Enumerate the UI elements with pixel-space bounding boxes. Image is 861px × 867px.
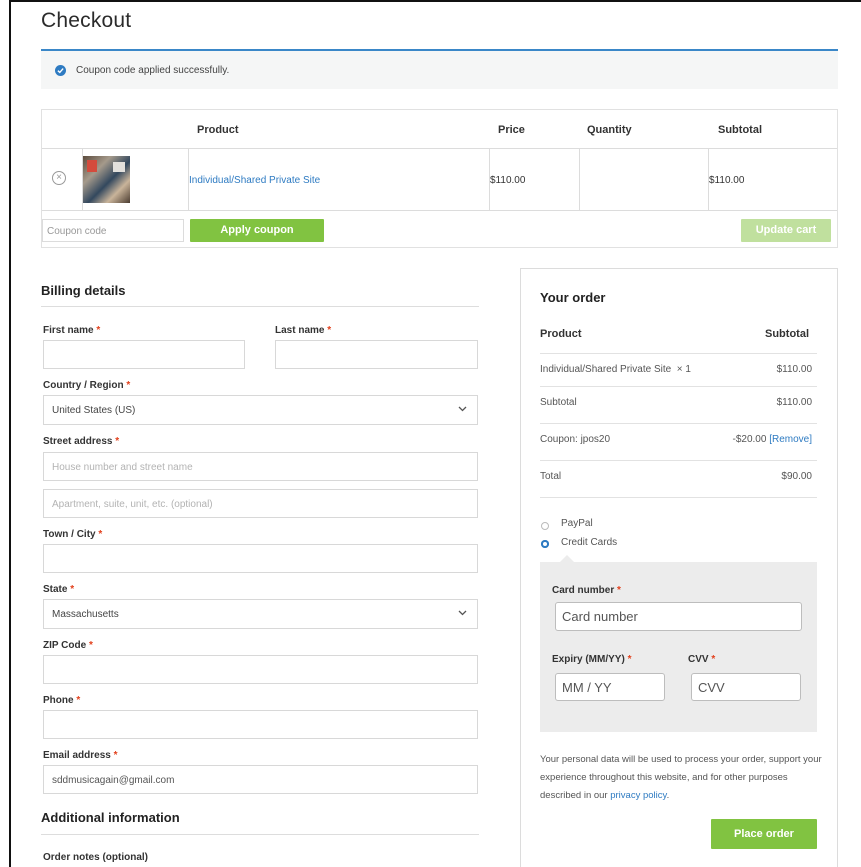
coupon-value: -$20.00 bbox=[732, 434, 767, 445]
zip-label: ZIP Code * bbox=[43, 640, 93, 651]
order-item-qty: × 1 bbox=[676, 364, 691, 375]
panel-caret bbox=[560, 555, 574, 562]
expiry-label: Expiry (MM/YY) * bbox=[552, 654, 632, 665]
privacy-notice: Your personal data will be used to proce… bbox=[540, 751, 822, 805]
header-subtotal: Subtotal bbox=[718, 124, 762, 136]
city-label: Town / City * bbox=[43, 529, 103, 540]
order-header-row: Product Subtotal bbox=[540, 328, 817, 354]
country-select[interactable]: United States (US) bbox=[43, 395, 478, 425]
street-address-2-field[interactable]: Apartment, suite, unit, etc. (optional) bbox=[43, 489, 478, 518]
paypal-radio[interactable] bbox=[541, 522, 549, 530]
order-item-total: $110.00 bbox=[776, 364, 812, 375]
first-name-label: First name * bbox=[43, 325, 101, 336]
order-head-subtotal: Subtotal bbox=[765, 328, 809, 340]
order-item-row: Individual/Shared Private Site × 1 $110.… bbox=[540, 364, 817, 387]
header-price: Price bbox=[498, 124, 525, 136]
street-address-field[interactable]: House number and street name bbox=[43, 452, 478, 481]
apply-coupon-button[interactable]: Apply coupon bbox=[190, 219, 324, 242]
country-value: United States (US) bbox=[52, 405, 136, 416]
country-label: Country / Region * bbox=[43, 380, 131, 391]
order-item-label: Individual/Shared Private Site × 1 bbox=[540, 364, 691, 375]
total-value: $90.00 bbox=[781, 471, 812, 482]
phone-label: Phone * bbox=[43, 695, 81, 706]
order-total-row: Total $90.00 bbox=[540, 471, 817, 498]
privacy-policy-link[interactable]: privacy policy bbox=[610, 790, 666, 801]
first-name-field[interactable] bbox=[43, 340, 245, 369]
page-title: Checkout bbox=[41, 9, 132, 32]
state-label: State * bbox=[43, 584, 75, 595]
cart-header-row: Product Price Quantity Subtotal bbox=[42, 110, 837, 149]
card-form-panel: Card number * Card number Expiry (MM/YY)… bbox=[540, 555, 817, 732]
phone-field[interactable] bbox=[43, 710, 478, 739]
privacy-end: . bbox=[666, 790, 670, 801]
city-field[interactable] bbox=[43, 544, 478, 573]
coupon-label: Coupon: jpos20 bbox=[540, 434, 611, 445]
product-subtotal: $110.00 bbox=[709, 175, 745, 186]
additional-info-title: Additional information bbox=[41, 810, 180, 825]
header-quantity: Quantity bbox=[587, 124, 632, 136]
chevron-down-icon bbox=[458, 406, 467, 412]
cell-divider bbox=[579, 149, 580, 211]
order-review-panel: Your order Product Subtotal Individual/S… bbox=[520, 268, 838, 867]
card-number-field[interactable]: Card number bbox=[555, 602, 802, 631]
order-title: Your order bbox=[540, 290, 606, 305]
remove-coupon-link[interactable]: [Remove] bbox=[769, 434, 812, 445]
cart-table: Product Price Quantity Subtotal × Indivi… bbox=[41, 109, 838, 248]
update-cart-button[interactable]: Update cart bbox=[741, 219, 831, 242]
billing-divider bbox=[41, 306, 479, 307]
remove-item-icon[interactable]: × bbox=[52, 171, 66, 185]
cvv-field[interactable]: CVV bbox=[691, 673, 801, 701]
email-label: Email address * bbox=[43, 750, 118, 761]
subtotal-label: Subtotal bbox=[540, 397, 577, 408]
order-coupon-row: Coupon: jpos20 -$20.00 [Remove] bbox=[540, 434, 817, 461]
email-field[interactable]: sddmusicagain@gmail.com bbox=[43, 765, 478, 794]
last-name-field[interactable] bbox=[275, 340, 478, 369]
last-name-label: Last name * bbox=[275, 325, 332, 336]
card-number-label: Card number * bbox=[552, 585, 621, 596]
order-head-product: Product bbox=[540, 328, 582, 340]
state-value: Massachusetts bbox=[52, 609, 119, 620]
coupon-code-input[interactable]: Coupon code bbox=[42, 219, 184, 242]
order-item-name: Individual/Shared Private Site bbox=[540, 364, 672, 375]
header-product: Product bbox=[197, 124, 239, 136]
product-link[interactable]: Individual/Shared Private Site bbox=[189, 175, 320, 186]
cvv-label: CVV * bbox=[688, 654, 716, 665]
checkout-page: Checkout Coupon code applied successfull… bbox=[11, 2, 861, 867]
street-label: Street address * bbox=[43, 436, 120, 447]
subtotal-value: $110.00 bbox=[776, 397, 812, 408]
coupon-value-group: -$20.00 [Remove] bbox=[733, 434, 813, 445]
coupon-notice: Coupon code applied successfully. bbox=[41, 51, 838, 89]
privacy-text: Your personal data will be used to proce… bbox=[540, 754, 822, 801]
paypal-label[interactable]: PayPal bbox=[561, 518, 593, 529]
product-price: $110.00 bbox=[490, 175, 526, 186]
billing-title: Billing details bbox=[41, 283, 126, 298]
order-subtotal-row: Subtotal $110.00 bbox=[540, 397, 817, 424]
total-label: Total bbox=[540, 471, 562, 482]
additional-divider bbox=[41, 834, 479, 835]
order-notes-label: Order notes (optional) bbox=[43, 852, 148, 863]
credit-cards-radio[interactable] bbox=[541, 540, 549, 548]
place-order-button[interactable]: Place order bbox=[711, 819, 817, 849]
product-thumbnail[interactable] bbox=[83, 156, 130, 203]
notice-text: Coupon code applied successfully. bbox=[76, 64, 230, 76]
table-row: × Individual/Shared Private Site $110.00… bbox=[42, 149, 837, 211]
expiry-field[interactable]: MM / YY bbox=[555, 673, 665, 701]
check-circle-icon bbox=[55, 64, 66, 76]
credit-cards-label[interactable]: Credit Cards bbox=[561, 537, 617, 548]
zip-field[interactable] bbox=[43, 655, 478, 684]
chevron-down-icon bbox=[458, 610, 467, 616]
state-select[interactable]: Massachusetts bbox=[43, 599, 478, 629]
